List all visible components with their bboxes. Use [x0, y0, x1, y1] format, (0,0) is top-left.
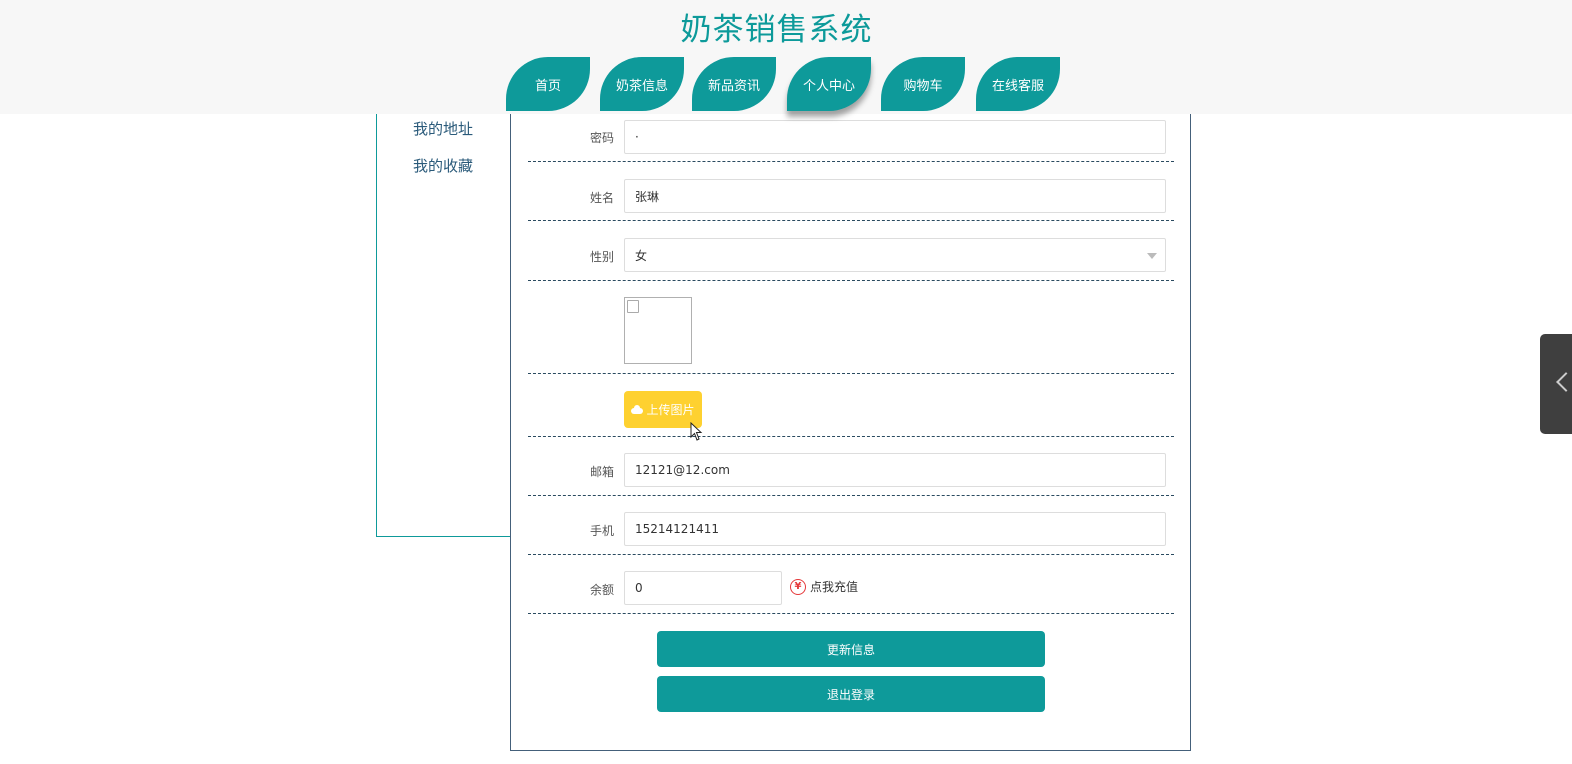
update-info-button[interactable]: 更新信息: [657, 631, 1045, 667]
nav-tab-customer-service[interactable]: 在线客服: [976, 57, 1060, 111]
gender-select-value: 女: [635, 248, 648, 263]
nav-tab-milktea-info[interactable]: 奶茶信息: [600, 57, 684, 111]
yen-icon: ¥: [790, 578, 806, 595]
nav-tab-news[interactable]: 新品资讯: [692, 57, 776, 111]
site-title: 奶茶销售系统: [680, 12, 873, 48]
sidebar-item-favorites[interactable]: 我的收藏: [413, 155, 473, 176]
email-label: 邮箱: [589, 465, 614, 479]
gender-select[interactable]: 女: [624, 238, 1166, 272]
profile-form-panel: 密码 · 姓名 张琳 性别 女 上传图片 邮箱 12121@12.com 手机 …: [510, 100, 1191, 751]
dropdown-arrow-icon: [1147, 253, 1157, 259]
recharge-link[interactable]: ¥ 点我充值: [790, 578, 858, 595]
row-divider: [528, 373, 1174, 374]
mouse-cursor-icon: [690, 422, 703, 441]
row-divider: [528, 220, 1174, 221]
upload-button-label: 上传图片: [646, 403, 695, 417]
balance-label: 余额: [589, 583, 614, 597]
row-divider: [528, 495, 1174, 496]
chevron-left-icon: [1556, 372, 1572, 392]
name-label: 姓名: [589, 191, 614, 205]
row-divider: [528, 436, 1174, 437]
nav-tab-personal-center[interactable]: 个人中心: [787, 57, 871, 111]
row-divider: [528, 280, 1174, 281]
sidebar-item-address[interactable]: 我的地址: [413, 118, 473, 139]
main-nav: 首页 奶茶信息 新品资讯 个人中心 购物车 在线客服: [0, 57, 1572, 114]
balance-input[interactable]: 0: [624, 571, 782, 605]
row-divider: [528, 161, 1174, 162]
password-input[interactable]: ·: [624, 120, 1166, 154]
site-header: 奶茶销售系统 首页 奶茶信息 新品资讯 个人中心 购物车 在线客服: [0, 0, 1572, 114]
password-label: 密码: [589, 131, 614, 145]
email-input[interactable]: 12121@12.com: [624, 453, 1166, 487]
gender-label: 性别: [589, 250, 614, 264]
recharge-label: 点我充值: [810, 580, 859, 594]
name-input[interactable]: 张琳: [624, 179, 1166, 213]
nav-tab-home[interactable]: 首页: [506, 57, 590, 111]
avatar-image: [624, 297, 692, 364]
row-divider: [528, 613, 1174, 614]
phone-input[interactable]: 15214121411: [624, 512, 1166, 546]
logout-button[interactable]: 退出登录: [657, 676, 1045, 712]
phone-label: 手机: [589, 524, 614, 538]
broken-image-icon: [627, 300, 639, 313]
side-panel-toggle[interactable]: [1540, 334, 1572, 434]
row-divider: [528, 554, 1174, 555]
cloud-upload-icon: [631, 405, 644, 414]
nav-tab-cart[interactable]: 购物车: [881, 57, 965, 111]
user-sidebar: 我的地址 我的收藏: [376, 100, 511, 537]
